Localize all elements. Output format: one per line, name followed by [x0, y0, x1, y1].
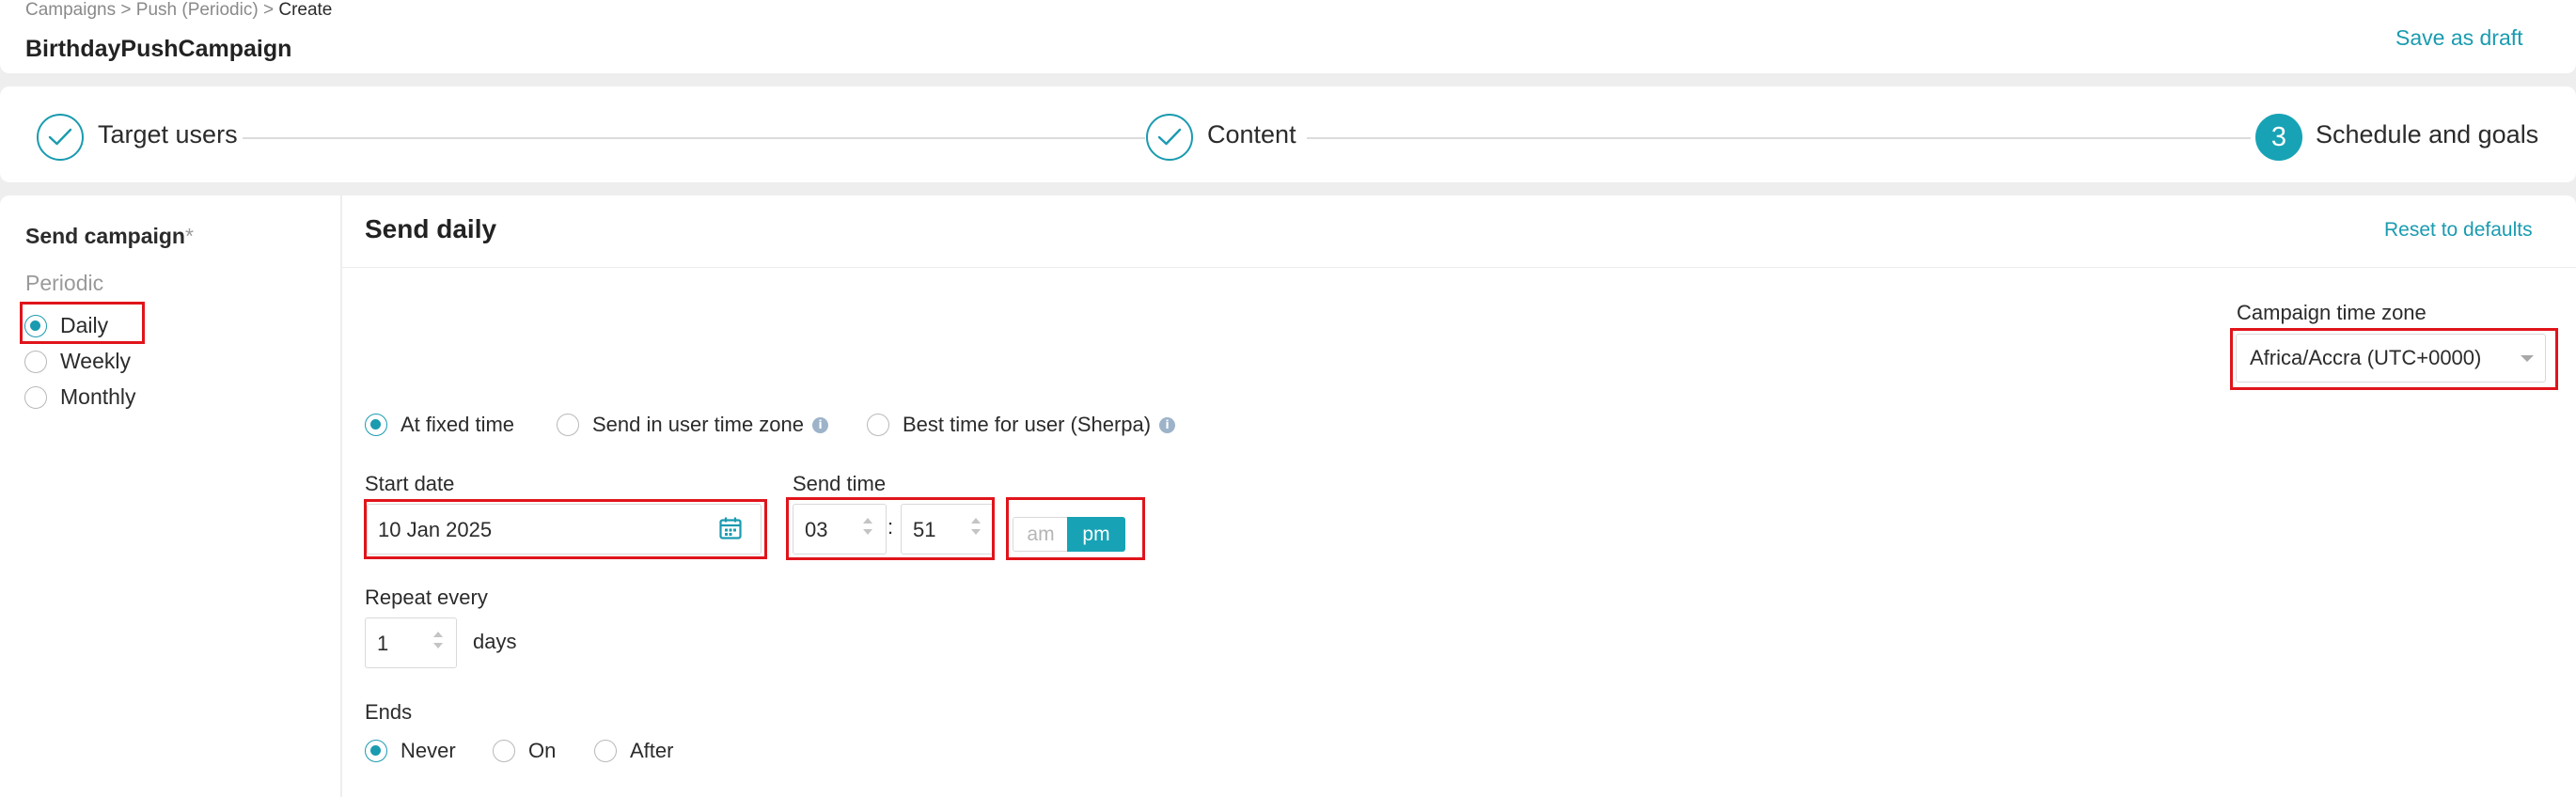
send-campaign-title: Send campaign*: [25, 224, 194, 249]
breadcrumb-separator: >: [120, 0, 132, 20]
breadcrumb: Campaigns > Push (Periodic) > Create: [25, 0, 332, 21]
radio-ends-after[interactable]: After: [594, 739, 673, 763]
info-icon[interactable]: i: [1159, 416, 1176, 433]
radio-best-time-label: Best time for user (Sherpa): [903, 413, 1152, 436]
repeat-value: 1: [377, 632, 389, 655]
save-as-draft-button[interactable]: Save as draft: [2395, 25, 2523, 51]
timezone-label: Campaign time zone: [2237, 301, 2427, 324]
radio-monthly-label: Monthly: [60, 384, 136, 409]
radio-at-fixed-time-label: At fixed time: [401, 413, 515, 436]
repeat-spin-arrows-icon[interactable]: [432, 632, 445, 654]
breadcrumb-create: Create: [278, 0, 333, 20]
radio-weekly[interactable]: Weekly: [24, 349, 131, 374]
divider: [342, 267, 2576, 268]
info-icon[interactable]: i: [812, 416, 829, 433]
radio-at-fixed-time[interactable]: At fixed time: [365, 413, 514, 437]
radio-button[interactable]: [557, 414, 579, 436]
step-target-users-label[interactable]: Target users: [98, 120, 238, 149]
send-campaign-title-text: Send campaign: [25, 224, 185, 248]
step-schedule-label[interactable]: Schedule and goals: [2316, 120, 2538, 149]
step-connector: [243, 137, 1145, 139]
radio-send-in-user-time-zone[interactable]: Send in user time zone i: [557, 413, 829, 437]
radio-button[interactable]: [594, 740, 617, 762]
step-content-check-icon[interactable]: [1146, 114, 1193, 161]
highlight-start-date: [364, 499, 767, 559]
step-connector: [1307, 137, 2251, 139]
breadcrumb-separator: >: [262, 0, 275, 20]
highlight-am-pm: [1006, 497, 1145, 560]
radio-button[interactable]: [24, 350, 47, 373]
step-schedule-number[interactable]: 3: [2255, 114, 2302, 161]
highlight-send-time: [786, 497, 995, 560]
breadcrumb-campaigns[interactable]: Campaigns: [25, 0, 116, 20]
radio-on-label: On: [528, 739, 557, 762]
radio-button[interactable]: [867, 414, 889, 436]
send-daily-title: Send daily: [365, 214, 497, 243]
radio-never-label: Never: [401, 739, 456, 762]
repeat-unit: days: [473, 630, 517, 653]
send-time-label: Send time: [793, 472, 887, 495]
step-content-label[interactable]: Content: [1207, 120, 1296, 149]
radio-after-label: After: [630, 739, 674, 762]
radio-weekly-label: Weekly: [60, 349, 131, 373]
ends-label: Ends: [365, 700, 413, 724]
highlight-timezone: [2230, 328, 2558, 390]
page-title: BirthdayPushCampaign: [25, 36, 292, 62]
reset-to-defaults-link[interactable]: Reset to defaults: [2384, 219, 2533, 242]
breadcrumb-push-periodic[interactable]: Push (Periodic): [136, 0, 259, 20]
periodic-label: Periodic: [25, 271, 104, 295]
radio-best-time-for-user[interactable]: Best time for user (Sherpa) i: [867, 413, 1176, 437]
start-date-label: Start date: [365, 472, 455, 495]
highlight-daily: [20, 302, 145, 344]
radio-button[interactable]: [24, 385, 47, 409]
radio-ends-on[interactable]: On: [493, 739, 556, 763]
radio-button[interactable]: [493, 740, 515, 762]
required-mark: *: [184, 224, 194, 248]
send-daily-panel: [342, 195, 2576, 797]
radio-button[interactable]: [365, 740, 387, 762]
radio-user-time-zone-label: Send in user time zone: [592, 413, 805, 436]
step-target-users-check-icon[interactable]: [37, 114, 84, 161]
radio-button[interactable]: [365, 414, 387, 436]
radio-monthly[interactable]: Monthly: [24, 384, 136, 410]
repeat-stepper[interactable]: 1: [365, 617, 457, 668]
radio-ends-never[interactable]: Never: [365, 739, 456, 763]
repeat-every-label: Repeat every: [365, 586, 488, 609]
page-header: [0, 0, 2576, 73]
